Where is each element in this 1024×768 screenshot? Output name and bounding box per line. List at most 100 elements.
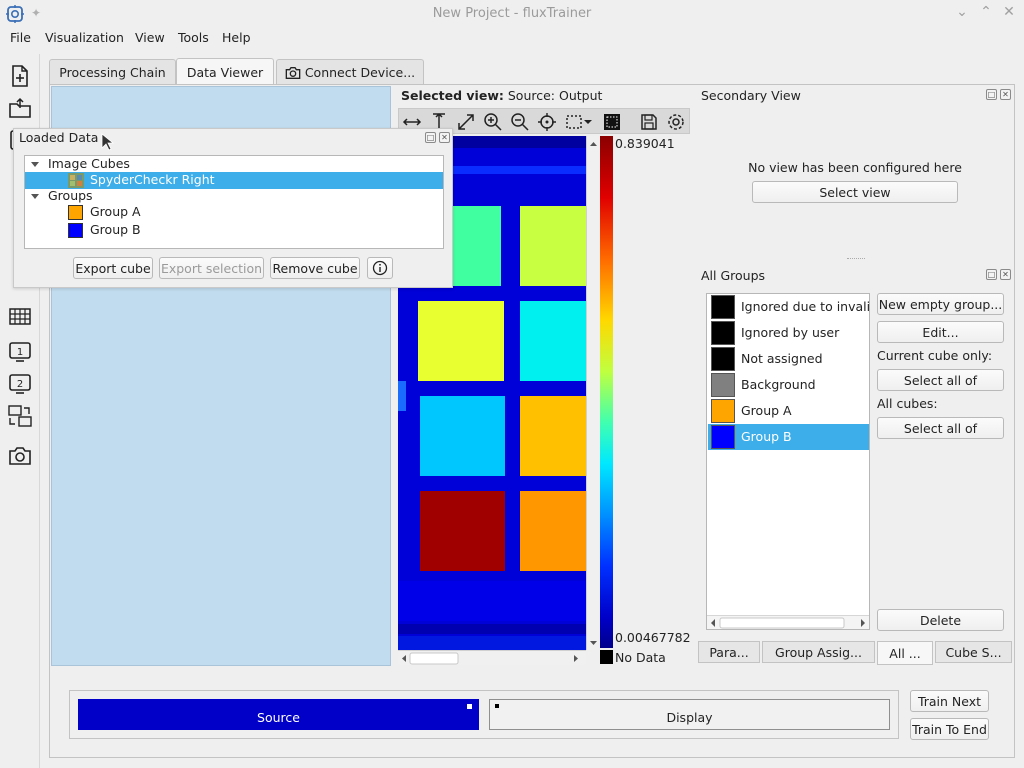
selected-view-value: Source: Output <box>507 88 603 103</box>
groups-horizontal-scrollbar[interactable] <box>707 615 869 629</box>
zoom-out-icon[interactable] <box>510 112 530 132</box>
export-selection-button[interactable]: Export selection <box>159 257 264 279</box>
zoom-in-icon[interactable] <box>483 112 503 132</box>
close-icon[interactable]: ✕ <box>1000 4 1018 22</box>
float-dock-icon[interactable]: □ <box>425 132 436 143</box>
all-groups-title: All Groups <box>701 268 766 283</box>
fit-all-icon[interactable] <box>456 112 476 132</box>
float-dock-icon[interactable]: □ <box>986 269 997 280</box>
colorbar-max-label: 0.839041 <box>615 136 675 151</box>
close-dock-icon[interactable]: ✕ <box>1000 269 1011 280</box>
select-view-button[interactable]: Select view <box>752 181 958 203</box>
view-2-icon[interactable]: 2 <box>8 372 32 396</box>
rectangle-select-icon[interactable] <box>564 112 584 132</box>
current-cube-only-label: Current cube only: <box>877 348 993 363</box>
source-node[interactable]: Source <box>78 699 479 730</box>
window-title: New Project - fluxTrainer <box>432 6 592 21</box>
train-next-button[interactable]: Train Next <box>910 690 989 712</box>
menu-help[interactable]: Help <box>222 30 251 45</box>
tab-group-assignment[interactable]: Group Assig... <box>762 641 875 663</box>
selected-view-label: Selected view: Source: Output <box>401 88 603 103</box>
group-color-swatch <box>711 321 735 345</box>
menu-file[interactable]: File <box>10 30 31 45</box>
group-color-swatch <box>711 425 735 449</box>
colorbar <box>600 136 613 648</box>
group-row-background[interactable]: Background <box>708 372 869 398</box>
menu-visualization[interactable]: Visualization <box>45 30 124 45</box>
no-data-swatch <box>600 650 613 664</box>
open-folder-icon[interactable] <box>8 96 32 120</box>
expand-arrow-icon[interactable] <box>31 162 39 167</box>
group-color-swatch <box>711 295 735 319</box>
source-output-port[interactable] <box>467 704 472 709</box>
cube-thumbnail-icon <box>68 173 84 188</box>
float-dock-icon[interactable]: □ <box>986 89 997 100</box>
display-node[interactable]: Display <box>489 699 890 730</box>
camera-icon[interactable] <box>8 444 32 468</box>
tab-data-viewer[interactable]: Data Viewer <box>176 58 274 85</box>
close-dock-icon[interactable]: ✕ <box>439 132 450 143</box>
tab-parameters[interactable]: Para... <box>698 641 760 663</box>
swap-views-icon[interactable] <box>8 404 32 428</box>
tab-cube-statistics[interactable]: Cube S... <box>935 641 1012 663</box>
remove-cube-button[interactable]: Remove cube <box>270 257 360 279</box>
new-file-icon[interactable] <box>8 64 32 88</box>
group-b-swatch <box>68 223 83 238</box>
minimize-icon[interactable]: ⌄ <box>953 4 971 22</box>
tab-all-groups[interactable]: All ... <box>877 641 933 665</box>
svg-text:1: 1 <box>17 347 23 358</box>
info-button[interactable] <box>367 257 393 279</box>
export-cube-button[interactable]: Export cube <box>73 257 153 279</box>
gear-icon[interactable] <box>666 112 686 132</box>
tab-connect-device[interactable]: Connect Device... <box>276 59 424 85</box>
select-all-current-cube-button[interactable]: Select all of <box>877 369 1004 391</box>
menu-tools[interactable]: Tools <box>178 30 209 45</box>
group-color-swatch <box>711 347 735 371</box>
group-a-swatch <box>68 205 83 220</box>
new-empty-group-button[interactable]: New empty group... <box>877 293 1004 315</box>
tree-item-group-a[interactable]: Group A <box>25 204 443 221</box>
tab-processing-chain[interactable]: Processing Chain <box>49 59 176 85</box>
loaded-data-title: Loaded Data <box>19 130 99 145</box>
tree-item-group-b[interactable]: Group B <box>25 222 443 239</box>
svg-text:2: 2 <box>17 379 23 390</box>
tab-connect-device-label: Connect Device... <box>304 65 416 80</box>
splitter-handle[interactable] <box>847 258 865 261</box>
display-input-port[interactable] <box>495 704 499 708</box>
menu-bar: File Visualization View Tools Help <box>0 28 1024 48</box>
close-dock-icon[interactable]: ✕ <box>1000 89 1011 100</box>
tree-item-cube[interactable]: SpyderCheckr Right <box>25 172 443 189</box>
maximize-icon[interactable]: ⌃ <box>977 4 995 22</box>
colorbar-min-label: 0.00467782 <box>615 630 691 645</box>
save-image-icon[interactable] <box>639 112 659 132</box>
group-color-swatch <box>711 399 735 423</box>
delete-group-button[interactable]: Delete <box>877 609 1004 631</box>
group-row-group-b[interactable]: Group B <box>708 424 869 450</box>
crosshair-icon[interactable] <box>537 112 557 132</box>
group-row-group-a[interactable]: Group A <box>708 398 869 424</box>
view-1-icon[interactable]: 1 <box>8 340 32 364</box>
edit-group-button[interactable]: Edit... <box>877 321 1004 343</box>
info-icon <box>372 260 388 276</box>
loaded-data-tree: Image Cubes SpyderCheckr Right Groups Gr… <box>24 155 444 249</box>
tree-node-groups[interactable]: Groups <box>25 188 443 205</box>
chevron-down-icon[interactable] <box>583 112 593 132</box>
menu-view[interactable]: View <box>135 30 165 45</box>
image-vertical-scrollbar[interactable] <box>586 136 599 650</box>
secondary-view-title: Secondary View <box>701 88 801 103</box>
select-all-all-cubes-button[interactable]: Select all of <box>877 417 1004 439</box>
image-horizontal-scrollbar[interactable] <box>398 650 586 665</box>
group-row-ignored-user[interactable]: Ignored by user <box>708 320 869 346</box>
group-row-ignored-invalid[interactable]: Ignored due to invalid <box>708 294 869 320</box>
all-cubes-label: All cubes: <box>877 396 938 411</box>
group-row-not-assigned[interactable]: Not assigned <box>708 346 869 372</box>
no-data-label: No Data <box>615 650 666 665</box>
table-icon[interactable] <box>8 304 32 328</box>
select-all-icon[interactable] <box>602 112 622 132</box>
tree-node-image-cubes[interactable]: Image Cubes <box>25 156 443 173</box>
train-to-end-button[interactable]: Train To End <box>910 718 989 740</box>
expand-arrow-icon[interactable] <box>31 194 39 199</box>
groups-list: Ignored due to invalid Ignored by user N… <box>706 293 870 630</box>
loaded-data-dock: Loaded Data □ ✕ Image Cubes SpyderCheckr… <box>13 128 453 288</box>
group-color-swatch <box>711 373 735 397</box>
